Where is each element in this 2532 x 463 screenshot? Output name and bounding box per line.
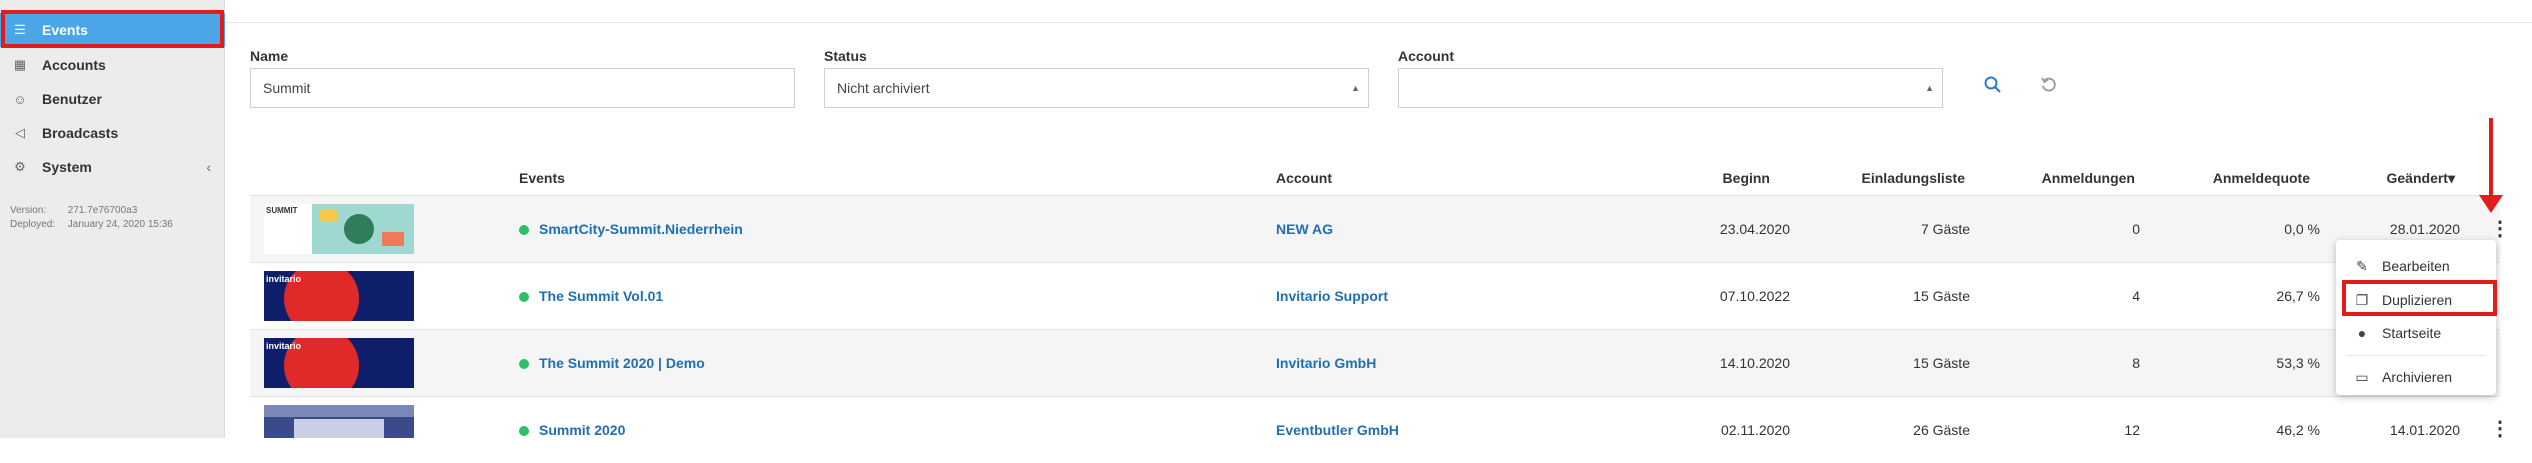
event-name-link[interactable]: The Summit Vol.01: [519, 288, 663, 304]
menu-divider: [2346, 355, 2486, 356]
anmeldungen-value: 4: [2132, 288, 2140, 304]
einladungsliste-value: 15 Gäste: [1913, 288, 1970, 304]
deployed-label: Deployed:: [10, 219, 56, 230]
gears-icon: ⚙: [14, 159, 26, 174]
column-header-anmeldungen[interactable]: Anmeldungen: [2020, 170, 2135, 186]
event-thumbnail: invitario: [264, 271, 414, 321]
beginn-value: 14.10.2020: [1719, 355, 1790, 371]
megaphone-icon: ◁: [15, 125, 25, 140]
status-select[interactable]: Nicht archiviert ▲: [824, 68, 1369, 108]
geaendert-value: 28.01.2020: [2389, 221, 2460, 237]
caret-down-icon: ▲: [1925, 83, 1934, 93]
anmeldungen-value: 8: [2132, 355, 2140, 371]
einladungsliste-value: 7 Gäste: [1920, 221, 1970, 237]
anmeldungen-value: 12: [2124, 422, 2140, 438]
account-filter-label: Account: [1398, 48, 1454, 64]
name-input[interactable]: Summit: [250, 68, 795, 108]
pencil-icon: ✎: [2356, 257, 2368, 274]
column-header-einladungsliste[interactable]: Einladungsliste: [1825, 170, 1965, 186]
annotation-arrow-head: [2479, 195, 2503, 213]
status-active-icon: [519, 292, 529, 303]
menu-item-archivieren[interactable]: ▭ Archivieren: [2336, 361, 2496, 393]
account-select[interactable]: ▲: [1398, 68, 1943, 108]
more-vertical-icon[interactable]: ⋮: [2490, 416, 2510, 441]
sidebar-item-accounts[interactable]: ▦ Accounts: [0, 48, 225, 82]
version-value: 271.7e76700a3: [67, 205, 138, 216]
event-thumbnail: SUMMIT: [264, 204, 414, 254]
column-header-account[interactable]: Account: [1276, 170, 1332, 186]
column-header-anmeldequote[interactable]: Anmeldequote: [2180, 170, 2310, 186]
einladungsliste-value: 26 Gäste: [1913, 422, 1970, 438]
account-link[interactable]: NEW AG: [1276, 221, 1333, 237]
globe-icon: ●: [2357, 325, 2367, 341]
column-header-events[interactable]: Events: [519, 170, 565, 186]
duplizieren-highlight-box: [2342, 280, 2497, 316]
version-label: Version:: [10, 205, 47, 216]
deployed-info: Deployed: January 24, 2020 15:36: [10, 219, 173, 230]
status-active-icon: [519, 225, 529, 236]
deployed-value: January 24, 2020 15:36: [67, 219, 173, 230]
einladungsliste-value: 15 Gäste: [1913, 355, 1970, 371]
caret-down-icon: ▲: [1351, 83, 1360, 93]
event-name-link[interactable]: The Summit 2020 | Demo: [519, 355, 705, 371]
version-info: Version: 271.7e76700a3: [10, 205, 137, 216]
anmeldungen-value: 0: [2132, 221, 2140, 237]
anmeldequote-value: 26,7 %: [2276, 288, 2320, 304]
beginn-value: 07.10.2022: [1719, 288, 1790, 304]
event-name-link[interactable]: SmartCity-Summit.Niederrhein: [519, 221, 743, 237]
beginn-value: 02.11.2020: [1720, 422, 1790, 438]
status-filter-label: Status: [824, 48, 867, 64]
sidebar-item-label: Benutzer: [42, 91, 102, 107]
annotation-arrow: [2489, 118, 2493, 198]
geaendert-value: 14.01.2020: [2389, 422, 2460, 438]
anmeldequote-value: 53,3 %: [2276, 355, 2320, 371]
status-select-value: Nicht archiviert: [837, 80, 930, 96]
sidebar-item-label: Broadcasts: [42, 125, 119, 141]
building-icon: ▦: [13, 57, 27, 72]
more-vertical-icon[interactable]: ⋮: [2490, 216, 2510, 241]
header-divider: [226, 22, 2532, 23]
chevron-left-icon[interactable]: ‹: [206, 159, 211, 175]
menu-item-startseite[interactable]: ● Startseite: [2336, 317, 2496, 349]
sidebar-item-benutzer[interactable]: ☺ Benutzer: [0, 82, 225, 116]
events-highlight-box: [1, 10, 224, 48]
sidebar-item-label: Accounts: [42, 57, 106, 73]
event-thumbnail: [264, 405, 414, 438]
name-input-value: Summit: [263, 80, 311, 96]
sidebar-item-broadcasts[interactable]: ◁ Broadcasts: [0, 116, 225, 150]
column-header-beginn[interactable]: Beginn: [1700, 170, 1770, 186]
account-link[interactable]: Invitario Support: [1276, 288, 1388, 304]
event-thumbnail: invitario: [264, 338, 414, 388]
beginn-value: 23.04.2020: [1719, 221, 1790, 237]
name-filter-label: Name: [250, 48, 289, 64]
sidebar: ☰ Events ▦ Accounts ☺ Benutzer ◁ Broadca…: [0, 0, 225, 438]
search-icon[interactable]: [1984, 76, 2002, 99]
anmeldequote-value: 0,0 %: [2284, 221, 2320, 237]
archive-icon: ▭: [2355, 368, 2369, 385]
anmeldequote-value: 46,2 %: [2276, 422, 2320, 438]
event-name-link[interactable]: Summit 2020: [519, 422, 625, 438]
status-active-icon: [519, 359, 529, 370]
sidebar-item-system[interactable]: ⚙ System ‹: [0, 150, 225, 184]
sidebar-item-label: System: [42, 159, 92, 175]
account-link[interactable]: Eventbutler GmbH: [1276, 422, 1399, 438]
reset-icon[interactable]: [2040, 76, 2058, 99]
menu-item-bearbeiten[interactable]: ✎ Bearbeiten: [2336, 250, 2496, 282]
row-actions-menu: ✎ Bearbeiten ❐ Duplizieren ● Startseite …: [2336, 240, 2496, 395]
column-header-geaendert[interactable]: Geändert▾: [2360, 170, 2456, 187]
account-link[interactable]: Invitario GmbH: [1276, 355, 1376, 371]
status-active-icon: [519, 426, 529, 437]
users-icon: ☺: [13, 91, 27, 107]
